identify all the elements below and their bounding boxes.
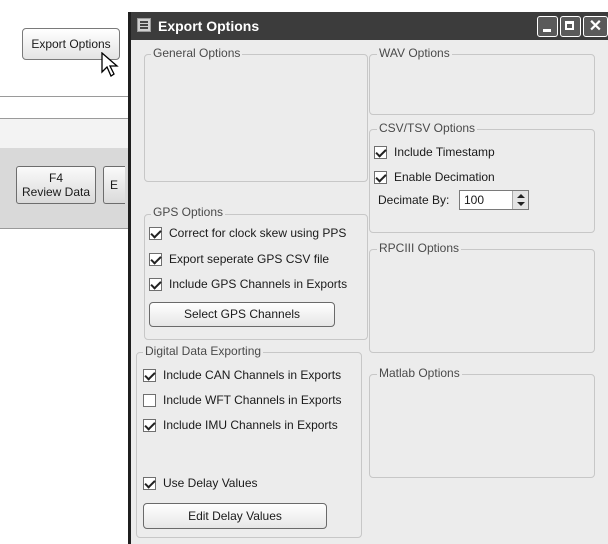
general-options-label: General Options — [151, 46, 243, 60]
matlab-options-label: Matlab Options — [377, 366, 462, 380]
can-channels-checkbox[interactable] — [143, 369, 156, 382]
wav-options-group — [369, 54, 595, 115]
dialog-title: Export Options — [158, 18, 260, 34]
wft-channels-label: Include WFT Channels in Exports — [163, 393, 342, 407]
gps-options-label: GPS Options — [151, 205, 226, 219]
wft-channels-checkbox[interactable] — [143, 394, 156, 407]
rpc-options-group — [369, 249, 595, 353]
gps-channels-checkbox[interactable] — [149, 278, 162, 291]
rpc-options-label: RPCIII Options — [377, 241, 462, 255]
edit-delay-values-button[interactable]: Edit Delay Values — [143, 503, 327, 529]
minimize-button[interactable] — [537, 16, 558, 37]
background-app — [0, 0, 128, 544]
enable-decimation-checkbox[interactable] — [374, 171, 387, 184]
wav-options-label: WAV Options — [377, 46, 452, 60]
use-delay-label: Use Delay Values — [163, 476, 258, 490]
review-data-button[interactable]: F4 Review Data — [16, 166, 96, 204]
gps-channels-label: Include GPS Channels in Exports — [169, 277, 348, 291]
use-delay-checkbox[interactable] — [143, 477, 156, 490]
imu-channels-label: Include IMU Channels in Exports — [163, 418, 338, 432]
imu-channels-checkbox[interactable] — [143, 419, 156, 432]
gps-csv-label: Export seperate GPS CSV file — [169, 252, 330, 266]
maximize-button[interactable] — [560, 16, 581, 37]
input-strip — [0, 118, 128, 150]
digital-data-label: Digital Data Exporting — [143, 344, 264, 358]
select-gps-channels-button[interactable]: Select GPS Channels — [149, 302, 335, 327]
partial-toolbar-button[interactable]: E — [103, 166, 125, 204]
divider — [0, 96, 128, 97]
clock-skew-label: Correct for clock skew using PPS — [169, 226, 347, 240]
clock-skew-checkbox[interactable] — [149, 227, 162, 240]
matlab-options-group — [369, 374, 595, 478]
gps-csv-checkbox[interactable] — [149, 253, 162, 266]
general-options-group — [144, 54, 368, 182]
include-timestamp-label: Include Timestamp — [394, 145, 495, 159]
mouse-cursor-icon — [101, 52, 119, 77]
review-data-label: Review Data — [21, 185, 91, 199]
window-icon — [137, 18, 151, 32]
enable-decimation-label: Enable Decimation — [394, 170, 495, 184]
decimate-spinner[interactable] — [512, 191, 528, 209]
close-icon: ✕ — [588, 18, 603, 35]
csv-options-label: CSV/TSV Options — [377, 121, 478, 135]
can-channels-label: Include CAN Channels in Exports — [163, 368, 342, 382]
f4-key-label: F4 — [48, 171, 63, 185]
include-timestamp-checkbox[interactable] — [374, 146, 387, 159]
decimate-by-label: Decimate By: — [378, 193, 450, 207]
close-button[interactable]: ✕ — [583, 16, 608, 37]
